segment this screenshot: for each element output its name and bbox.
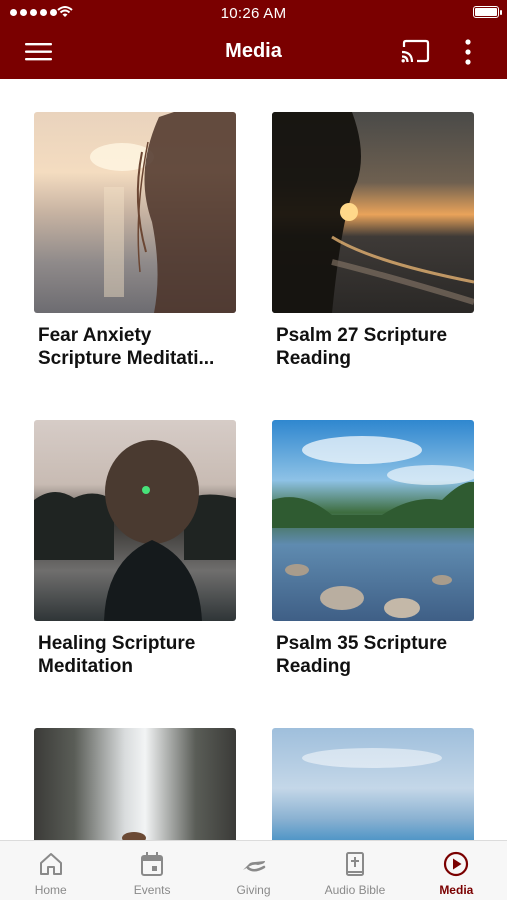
app-header: 10:26 AM Media xyxy=(0,0,507,79)
nav-bar: Media xyxy=(0,26,507,79)
tab-label: Media xyxy=(439,883,474,897)
media-thumbnail xyxy=(272,420,474,621)
tab-home[interactable]: Home xyxy=(0,841,101,900)
status-time: 10:26 AM xyxy=(220,5,287,22)
battery-icon xyxy=(473,6,502,18)
tab-label: Giving xyxy=(236,883,271,897)
tab-giving[interactable]: Giving xyxy=(203,841,304,900)
tab-bar: Home Events Giving Audio Bible Media xyxy=(0,840,507,900)
media-item[interactable]: Psalm 35 Scripture Reading xyxy=(272,420,474,678)
media-thumbnail xyxy=(34,728,236,840)
bible-icon xyxy=(345,852,364,876)
play-circle-icon xyxy=(444,851,469,877)
tab-label: Home xyxy=(34,883,67,897)
status-bar: 10:26 AM xyxy=(0,0,507,26)
media-item-title: Fear Anxiety Scripture Meditati... xyxy=(38,325,215,369)
cast-icon xyxy=(401,39,430,63)
giving-hand-icon xyxy=(242,861,265,872)
tab-media[interactable]: Media xyxy=(406,841,507,900)
media-item[interactable]: Psalm 27 Scripture Reading xyxy=(272,112,474,370)
media-item-title: Healing Scripture Meditation xyxy=(38,633,196,677)
media-item[interactable] xyxy=(272,728,474,840)
home-icon xyxy=(39,853,62,875)
media-thumbnail xyxy=(272,112,474,313)
cast-button[interactable] xyxy=(398,38,432,66)
media-item-title: Psalm 35 Scripture Reading xyxy=(276,633,448,677)
media-item[interactable]: Fear Anxiety Scripture Meditati... xyxy=(34,112,236,370)
media-item[interactable]: Healing Scripture Meditation xyxy=(34,420,236,678)
media-item[interactable] xyxy=(34,728,236,840)
more-options-button[interactable] xyxy=(458,38,478,68)
media-thumbnail xyxy=(272,728,474,840)
tab-events[interactable]: Events xyxy=(101,841,202,900)
calendar-icon xyxy=(141,852,164,876)
more-vertical-icon xyxy=(465,39,471,65)
media-grid: Fear Anxiety Scripture Meditati... Psalm… xyxy=(0,79,507,840)
media-item-title: Psalm 27 Scripture Reading xyxy=(276,325,448,369)
tab-label: Audio Bible xyxy=(324,883,386,897)
tab-label: Events xyxy=(133,883,171,897)
tab-audio-bible[interactable]: Audio Bible xyxy=(304,841,405,900)
media-thumbnail xyxy=(34,112,236,313)
media-thumbnail xyxy=(34,420,236,621)
